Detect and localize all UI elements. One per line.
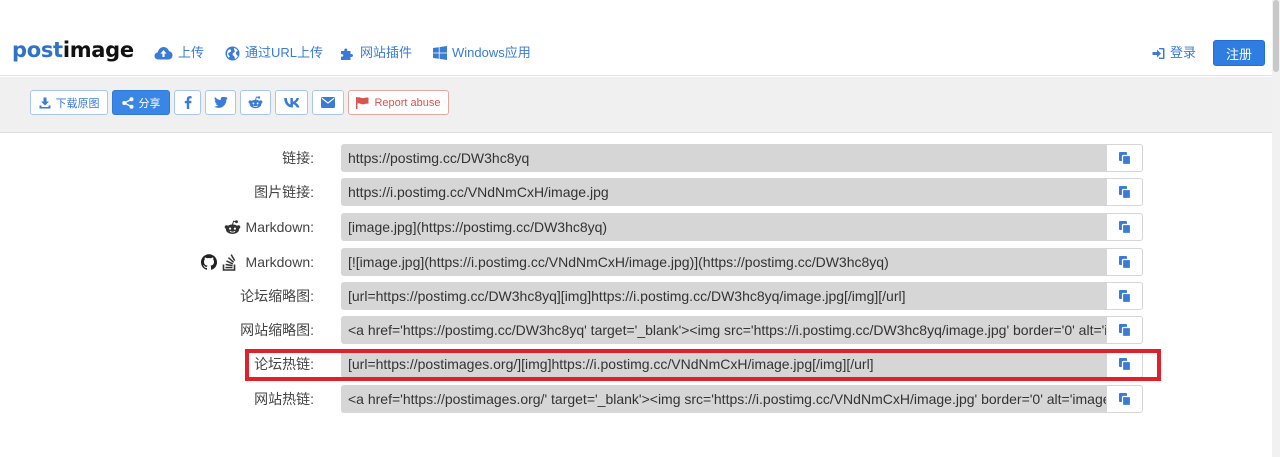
share-email-button[interactable]: [312, 90, 344, 115]
link-row-forum-thumbnail: 论坛缩略图: [url=https://postimg.cc/DW3hc8yq]…: [0, 280, 1272, 312]
link-row-markdown-github: Markdown: [![image.jpg](https://i.postim…: [0, 246, 1272, 278]
link-field[interactable]: https://i.postimg.cc/VNdNmCxH/image.jpg: [341, 178, 1106, 206]
report-abuse-label: Report abuse: [374, 96, 441, 109]
share-vk-button[interactable]: [275, 90, 308, 115]
link-row-label-text: 网站缩略图:: [240, 322, 314, 338]
twitter-icon: [213, 96, 228, 108]
link-row-label-text: 论坛缩略图:: [240, 288, 314, 304]
globe-icon: [225, 46, 240, 60]
nav-url-upload-label: 通过URL上传: [245, 45, 324, 60]
link-field[interactable]: <a href='https://postimages.org/' target…: [341, 385, 1106, 413]
nav-plugins-label: 网站插件: [360, 45, 413, 60]
nav-upload-label: 上传: [178, 45, 205, 60]
link-row-label-text: 网站热链:: [254, 391, 314, 407]
copy-icon: [1118, 357, 1131, 371]
share-icon: [121, 96, 133, 109]
copy-icon: [1118, 185, 1131, 199]
nav-login[interactable]: 登录: [1152, 44, 1196, 62]
nav-url-upload[interactable]: 通过URL上传: [225, 44, 323, 62]
share-toolbar: 下载原图 分享 Report abuse: [0, 77, 1272, 133]
link-row-image: 图片链接: https://i.postimg.cc/VNdNmCxH/imag…: [0, 176, 1272, 208]
copy-button[interactable]: [1106, 316, 1143, 344]
copy-icon: [1118, 289, 1131, 303]
link-field[interactable]: [![image.jpg](https://i.postimg.cc/VNdNm…: [341, 248, 1106, 276]
scrollbar-thumb[interactable]: [1273, 0, 1279, 72]
nav-login-label: 登录: [1170, 45, 1197, 60]
link-field[interactable]: [image.jpg](https://postimg.cc/DW3hc8yq): [341, 213, 1106, 241]
top-navbar: postimage 上传 通过URL上传 网站插件 Windows应用 登录 注…: [0, 0, 1272, 76]
copy-button[interactable]: [1106, 213, 1143, 241]
link-row-label: 论坛缩略图:: [240, 280, 314, 312]
envelope-icon: [321, 97, 335, 108]
link-row-website-hotlink: 网站热链: <a href='https://postimages.org/' …: [0, 383, 1272, 415]
link-row-label: 论坛热链:: [254, 348, 314, 380]
register-button[interactable]: 注册: [1213, 40, 1265, 66]
share-reddit-button[interactable]: [240, 90, 271, 115]
copy-icon: [1118, 392, 1131, 406]
link-field[interactable]: https://postimg.cc/DW3hc8yq: [341, 144, 1106, 172]
copy-icon: [1118, 323, 1131, 337]
report-abuse-button[interactable]: Report abuse: [348, 90, 449, 115]
nav-upload[interactable]: 上传: [154, 44, 204, 62]
link-row-label: 图片链接:: [254, 176, 314, 208]
page-scrollbar[interactable]: [1272, 0, 1280, 457]
link-row-website-thumbnail: 网站缩略图: <a href='https://postimg.cc/DW3hc…: [0, 314, 1272, 346]
link-row-forum-hotlink: 论坛热链: [url=https://postimages.org/][img]…: [0, 348, 1272, 380]
copy-button[interactable]: [1106, 248, 1143, 276]
link-row-label: 网站缩略图:: [240, 314, 314, 346]
flag-icon: [356, 96, 369, 109]
link-row-label: Markdown:: [200, 246, 314, 278]
link-field[interactable]: [url=https://postimages.org/][img]https:…: [341, 350, 1106, 378]
link-row-direct: 链接: https://postimg.cc/DW3hc8yq: [0, 142, 1272, 174]
copy-icon: [1118, 220, 1131, 234]
windows-icon: [433, 46, 447, 60]
nav-windows-label: Windows应用: [452, 45, 531, 60]
link-row-label: Markdown:: [224, 211, 314, 243]
link-field[interactable]: <a href='https://postimg.cc/DW3hc8yq' ta…: [341, 316, 1106, 344]
copy-button[interactable]: [1106, 144, 1143, 172]
link-row-label-text: 链接:: [282, 150, 314, 166]
download-original-button[interactable]: 下载原图: [30, 90, 108, 115]
postimage-logo[interactable]: postimage: [12, 37, 134, 63]
facebook-icon: [184, 96, 192, 109]
nav-plugins[interactable]: 网站插件: [340, 44, 412, 62]
nav-windows-app[interactable]: Windows应用: [433, 44, 531, 62]
copy-button[interactable]: [1106, 282, 1143, 310]
github-icon: [200, 254, 217, 270]
stack-overflow-icon: [222, 253, 235, 271]
link-row-label-text: 图片链接:: [254, 184, 314, 200]
download-icon: [39, 97, 50, 108]
share-twitter-button[interactable]: [205, 90, 236, 115]
share-label: 分享: [138, 97, 161, 110]
copy-button[interactable]: [1106, 385, 1143, 413]
cloud-upload-icon: [154, 47, 173, 60]
logo-part-image: image: [62, 38, 134, 62]
link-row-label-text: Markdown:: [245, 219, 314, 235]
share-facebook-button[interactable]: [174, 90, 201, 115]
share-button[interactable]: 分享: [112, 90, 170, 115]
logo-part-post: post: [12, 38, 63, 62]
link-row-label-text: 论坛热链:: [254, 356, 314, 372]
puzzle-icon: [341, 48, 353, 60]
copy-button[interactable]: [1106, 350, 1143, 378]
link-row-label: 链接:: [282, 142, 314, 174]
link-row-label-text: Markdown:: [245, 254, 314, 270]
download-original-label: 下载原图: [55, 97, 100, 110]
copy-icon: [1118, 255, 1131, 269]
vk-icon: [283, 97, 299, 107]
sign-in-icon: [1152, 47, 1165, 59]
link-row-label: 网站热链:: [254, 383, 314, 415]
copy-button[interactable]: [1106, 178, 1143, 206]
copy-icon: [1118, 151, 1131, 165]
reddit-icon: [224, 219, 240, 234]
link-field[interactable]: [url=https://postimg.cc/DW3hc8yq][img]ht…: [341, 282, 1106, 310]
reddit-icon: [248, 96, 263, 109]
link-row-markdown-reddit: Markdown: [image.jpg](https://postimg.cc…: [0, 211, 1272, 243]
